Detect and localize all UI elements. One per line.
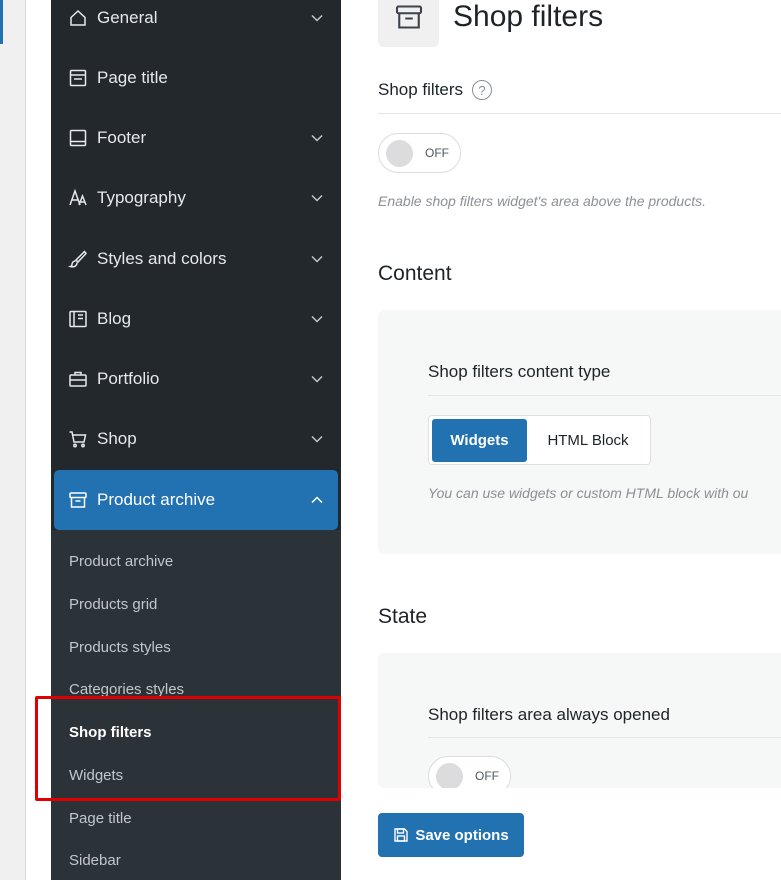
cart-icon <box>68 429 88 449</box>
chevron-down-icon <box>310 191 324 205</box>
chevron-down-icon <box>310 432 324 446</box>
archive-icon <box>68 490 88 510</box>
sidebar-item-label: Footer <box>97 128 147 147</box>
admin-menu-strip <box>0 0 26 880</box>
sidebar-item-portfolio[interactable]: Portfolio <box>54 349 338 409</box>
save-icon <box>393 827 409 843</box>
admin-menu-active-marker <box>0 0 3 44</box>
save-options-button[interactable]: Save options <box>378 813 524 857</box>
content-type-label: Shop filters content type <box>428 362 611 381</box>
divider <box>428 395 781 396</box>
sidebar-item-label: Shop <box>97 429 137 448</box>
sidebar-item-label: Page title <box>97 68 168 87</box>
footer-icon <box>68 128 88 148</box>
sidebar-item-label: Typography <box>97 188 186 207</box>
content-type-description: You can use widgets or custom HTML block… <box>428 485 749 501</box>
sidebar-item-footer[interactable]: Footer <box>54 108 338 168</box>
toggle-state: OFF <box>475 769 499 783</box>
chevron-up-icon <box>310 493 324 507</box>
sidebar-item-typography[interactable]: Typography <box>54 168 338 228</box>
chevron-down-icon <box>310 372 324 386</box>
page-title: Shop filters <box>453 0 604 33</box>
content-panel: Shop filters content type Widgets HTML B… <box>378 310 781 554</box>
divider <box>378 113 781 114</box>
sidebar-item-styles-colors[interactable]: Styles and colors <box>54 229 338 289</box>
sidebar-item-general[interactable]: General <box>54 0 338 48</box>
sidebar-item-label: General <box>97 8 158 27</box>
toggle-state: OFF <box>425 146 449 160</box>
sidebar-item-label: Portfolio <box>97 369 160 388</box>
submenu-item-page-title[interactable]: Page title <box>69 810 132 827</box>
briefcase-icon <box>68 369 88 389</box>
sidebar-item-shop[interactable]: Shop <box>54 409 338 469</box>
annotation-highlight-box <box>35 696 341 801</box>
submenu-item-products-styles[interactable]: Products styles <box>69 639 171 656</box>
blog-icon <box>68 309 88 329</box>
sidebar-item-label: Product archive <box>97 490 216 509</box>
always-opened-label: Shop filters area always opened <box>428 705 670 724</box>
always-opened-toggle[interactable]: OFF <box>428 756 511 788</box>
sidebar-item-page-title[interactable]: Page title <box>54 48 338 108</box>
help-icon[interactable]: ? <box>472 80 493 100</box>
toggle-knob <box>386 140 413 167</box>
submenu-item-sidebar[interactable]: Sidebar <box>69 852 121 869</box>
state-panel: Shop filters area always opened OFF <box>378 653 781 788</box>
chevron-down-icon <box>310 312 324 326</box>
chevron-down-icon <box>310 11 324 25</box>
shop-filters-label: Shop filters ? <box>378 80 493 100</box>
typography-icon <box>68 188 88 208</box>
divider <box>428 737 781 738</box>
sidebar-item-blog[interactable]: Blog <box>54 289 338 349</box>
main-content: Shop filters Shop filters ? OFF Enable s… <box>341 0 781 880</box>
chevron-down-icon <box>310 131 324 145</box>
content-type-selector: Widgets HTML Block <box>428 415 651 465</box>
save-label: Save options <box>415 826 509 844</box>
sidebar-item-label: Styles and colors <box>97 249 227 268</box>
content-heading: Content <box>378 262 452 285</box>
home-icon <box>68 8 88 28</box>
state-heading: State <box>378 605 428 628</box>
brush-icon <box>68 249 88 269</box>
archive-icon <box>378 0 439 47</box>
toggle-knob <box>436 763 463 788</box>
page-title-icon <box>68 68 88 88</box>
sidebar-item-label: Blog <box>97 309 132 328</box>
widgets-option-button[interactable]: Widgets <box>432 419 527 462</box>
chevron-down-icon <box>310 252 324 266</box>
sidebar-item-product-archive[interactable]: Product archive <box>54 470 338 530</box>
field-label: Shop filters <box>378 80 464 99</box>
submenu-item-products-grid[interactable]: Products grid <box>69 596 157 613</box>
shop-filters-description: Enable shop filters widget's area above … <box>378 193 706 209</box>
html-block-option-button[interactable]: HTML Block <box>531 419 645 462</box>
submenu-item-product-archive[interactable]: Product archive <box>69 553 173 570</box>
shop-filters-toggle[interactable]: OFF <box>378 133 461 173</box>
